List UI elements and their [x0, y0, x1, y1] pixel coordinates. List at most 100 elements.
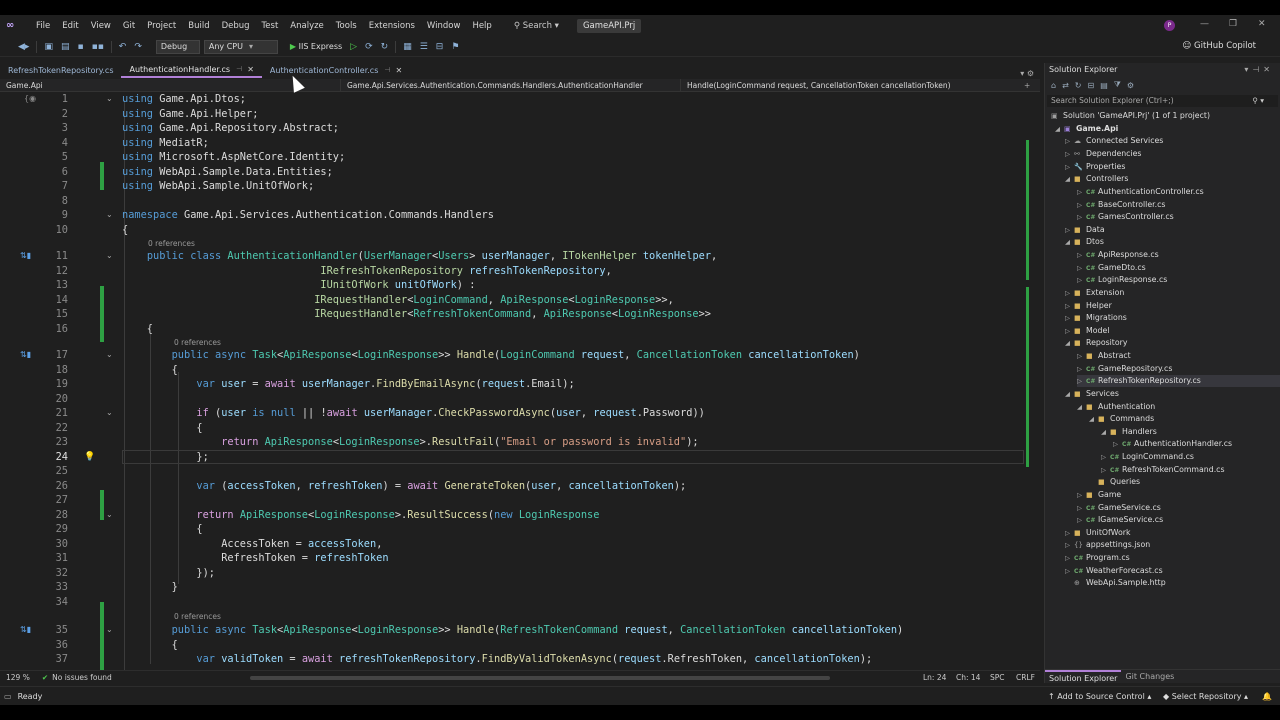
collapse-icon[interactable]: ⌄ — [106, 508, 113, 522]
tree-item[interactable]: ▷ C# AuthenticationHandler.cs — [1113, 438, 1232, 450]
implementation-icon[interactable]: ⇅▮ — [20, 348, 31, 362]
start-without-debugging-icon[interactable]: ▷ — [346, 42, 361, 52]
collapse-icon[interactable]: ⌄ — [106, 348, 113, 362]
tree-item[interactable]: ▷ ⚯ Dependencies — [1065, 148, 1142, 160]
pin-icon[interactable]: ⊣ — [236, 62, 242, 77]
tree-item[interactable]: ▷ C# WeatherForecast.cs — [1065, 565, 1163, 577]
tree-item[interactable]: ▷ C# LoginCommand.cs — [1101, 451, 1194, 463]
menu-build[interactable]: Build — [182, 15, 215, 37]
avatar[interactable]: P — [1164, 20, 1175, 31]
tree-item[interactable]: ▷ ■ Helper — [1065, 300, 1112, 312]
menu-git[interactable]: Git — [117, 15, 141, 37]
filter-icon[interactable]: ⧩ — [1114, 80, 1121, 90]
tree-item[interactable]: ▷ C# Program.cs — [1065, 552, 1130, 564]
tree-item[interactable]: ▷ C# RefreshTokenCommand.cs — [1101, 464, 1225, 476]
sync-icon[interactable]: ⇄ — [1062, 81, 1069, 90]
implementation-icon[interactable]: ⇅▮ — [20, 249, 31, 263]
home-icon[interactable]: ⌂ — [1051, 81, 1056, 90]
tree-item[interactable]: ⊕ WebApi.Sample.http — [1065, 577, 1166, 589]
start-debugging-button[interactable]: ▶ IIS Express — [286, 42, 346, 51]
solution-search-input[interactable]: Search Solution Explorer (Ctrl+;) ⚲ ▾ — [1047, 95, 1278, 107]
format-icon[interactable]: ▦ — [399, 42, 416, 52]
codelens-references[interactable]: 0 references — [174, 338, 221, 348]
comment-icon[interactable]: ⊟ — [432, 42, 448, 52]
tree-item[interactable]: ◢ ▣ Game.Api — [1055, 123, 1118, 135]
tree-item[interactable]: ◢ ■ Commands — [1089, 413, 1154, 425]
bookmark-icon[interactable]: ⚑ — [447, 42, 463, 52]
tree-item[interactable]: ▷{} appsettings.json — [1065, 539, 1150, 551]
tree-item[interactable]: ▷ C# BaseController.cs — [1077, 199, 1165, 211]
settings-icon[interactable]: ⚙ — [1127, 81, 1134, 90]
menu-analyze[interactable]: Analyze — [284, 15, 330, 37]
close-tab-icon[interactable]: ✕ — [395, 63, 402, 78]
menu-edit[interactable]: Edit — [56, 15, 84, 37]
collapse-icon[interactable]: ⌄ — [106, 249, 113, 263]
search-button[interactable]: ⚲ Search ▾ — [506, 21, 567, 31]
menu-file[interactable]: File — [30, 15, 56, 37]
close-window-icon[interactable]: ✕ — [1258, 19, 1266, 29]
tree-item[interactable]: ▷ C# GameDto.cs — [1077, 262, 1146, 274]
collapse-all-icon[interactable]: ⊟ — [1087, 81, 1094, 90]
line-ending[interactable]: CRLF — [1016, 673, 1035, 682]
tree-item[interactable]: ◢ ■ Handlers — [1101, 426, 1157, 438]
tab-solution-explorer[interactable]: Solution Explorer — [1045, 670, 1122, 683]
tree-item[interactable]: ◢ ■ Authentication — [1077, 401, 1155, 413]
tree-item[interactable]: ▷ C# GameService.cs — [1077, 502, 1161, 514]
undo-icon[interactable]: ↶ — [115, 42, 131, 52]
menu-tools[interactable]: Tools — [330, 15, 363, 37]
menu-debug[interactable]: Debug — [216, 15, 256, 37]
tree-item[interactable]: ▷ ■ Abstract — [1077, 350, 1131, 362]
tree-item[interactable]: ▷ ■ UnitOfWork — [1065, 527, 1131, 539]
collapse-icon[interactable]: ⌄ — [106, 406, 113, 420]
tree-item[interactable]: ▷ C# ApiResponse.cs — [1077, 249, 1159, 261]
collapse-icon[interactable]: ⌄ — [106, 623, 113, 637]
tree-item-selected[interactable]: ▷ C# RefreshTokenRepository.cs — [1077, 375, 1280, 387]
split-icon[interactable]: + — [1020, 81, 1030, 90]
tab-git-changes[interactable]: Git Changes — [1121, 670, 1178, 683]
tab-authentication-controller[interactable]: AuthenticationController.cs ⊣ ✕ — [262, 63, 410, 78]
implementation-icon[interactable]: ⇅▮ — [20, 623, 31, 637]
redo-icon[interactable]: ↷ — [130, 42, 146, 52]
editor-vertical-scrollbar[interactable] — [1024, 92, 1036, 674]
refresh-icon[interactable]: ↻ — [377, 42, 393, 52]
tree-item[interactable]: ▷ C# GamesController.cs — [1077, 211, 1174, 223]
menu-extensions[interactable]: Extensions — [363, 15, 421, 37]
save-icon[interactable]: ▪ — [73, 42, 87, 52]
tree-item[interactable]: ◢ ■ Services — [1065, 388, 1119, 400]
select-repository-button[interactable]: ◆ Select Repository ▴ — [1163, 692, 1248, 701]
codelens-references[interactable]: 0 references — [148, 239, 195, 249]
menu-window[interactable]: Window — [421, 15, 467, 37]
collapse-icon[interactable]: ⌄ — [106, 208, 113, 222]
close-tab-icon[interactable]: ✕ — [247, 62, 254, 77]
tab-overflow-icon[interactable]: ▾ ⚙ — [1014, 69, 1040, 78]
panel-controls-icon[interactable]: ▾⊣✕ — [1244, 63, 1280, 77]
codelens-references[interactable]: 0 references — [174, 612, 221, 622]
zoom-level[interactable]: 129 % — [0, 673, 30, 682]
show-all-files-icon[interactable]: ▤ — [1100, 81, 1108, 90]
collapse-icon[interactable]: ⌄ — [106, 92, 113, 106]
tree-item[interactable]: ◢ ■ Dtos — [1065, 236, 1104, 248]
tree-item[interactable]: ▷ ■ Model — [1065, 325, 1109, 337]
add-source-control-button[interactable]: ↑ Add to Source Control ▴ — [1048, 692, 1151, 701]
solution-name-badge[interactable]: GameAPI.Prj — [576, 19, 642, 33]
attach-icon[interactable]: ⟳ — [361, 42, 377, 52]
notifications-icon[interactable]: 🔔 — [1262, 692, 1272, 701]
issues-label[interactable]: No issues found — [52, 673, 112, 682]
tree-item[interactable]: ▷ ☁ Connected Services — [1065, 135, 1163, 147]
menu-view[interactable]: View — [85, 15, 117, 37]
menu-project[interactable]: Project — [141, 15, 182, 37]
new-project-icon[interactable]: ▣ — [40, 42, 57, 52]
maximize-icon[interactable]: ❐ — [1229, 19, 1237, 29]
code-editor[interactable]: {◉ 1 ⌄ using Game.Api.Dtos; 2 using Game.Api… — [0, 92, 1040, 674]
refresh-icon[interactable]: ↻ — [1075, 81, 1082, 90]
tab-authentication-handler[interactable]: AuthenticationHandler.cs ⊣ ✕ — [121, 62, 262, 78]
lightbulb-icon[interactable]: 💡 — [84, 450, 95, 464]
menu-help[interactable]: Help — [466, 15, 497, 37]
pin-icon[interactable]: ⊣ — [384, 63, 390, 78]
tree-item[interactable]: ◢ ■ Controllers — [1065, 173, 1128, 185]
editor-horizontal-scrollbar[interactable] — [250, 676, 830, 680]
tree-item[interactable]: ▷ C# IGameService.cs — [1077, 514, 1163, 526]
minimize-icon[interactable]: — — [1200, 19, 1209, 29]
open-file-icon[interactable]: ▤ — [57, 42, 74, 52]
type-dropdown[interactable]: Game.Api.Services.Authentication.Command… — [340, 78, 680, 92]
